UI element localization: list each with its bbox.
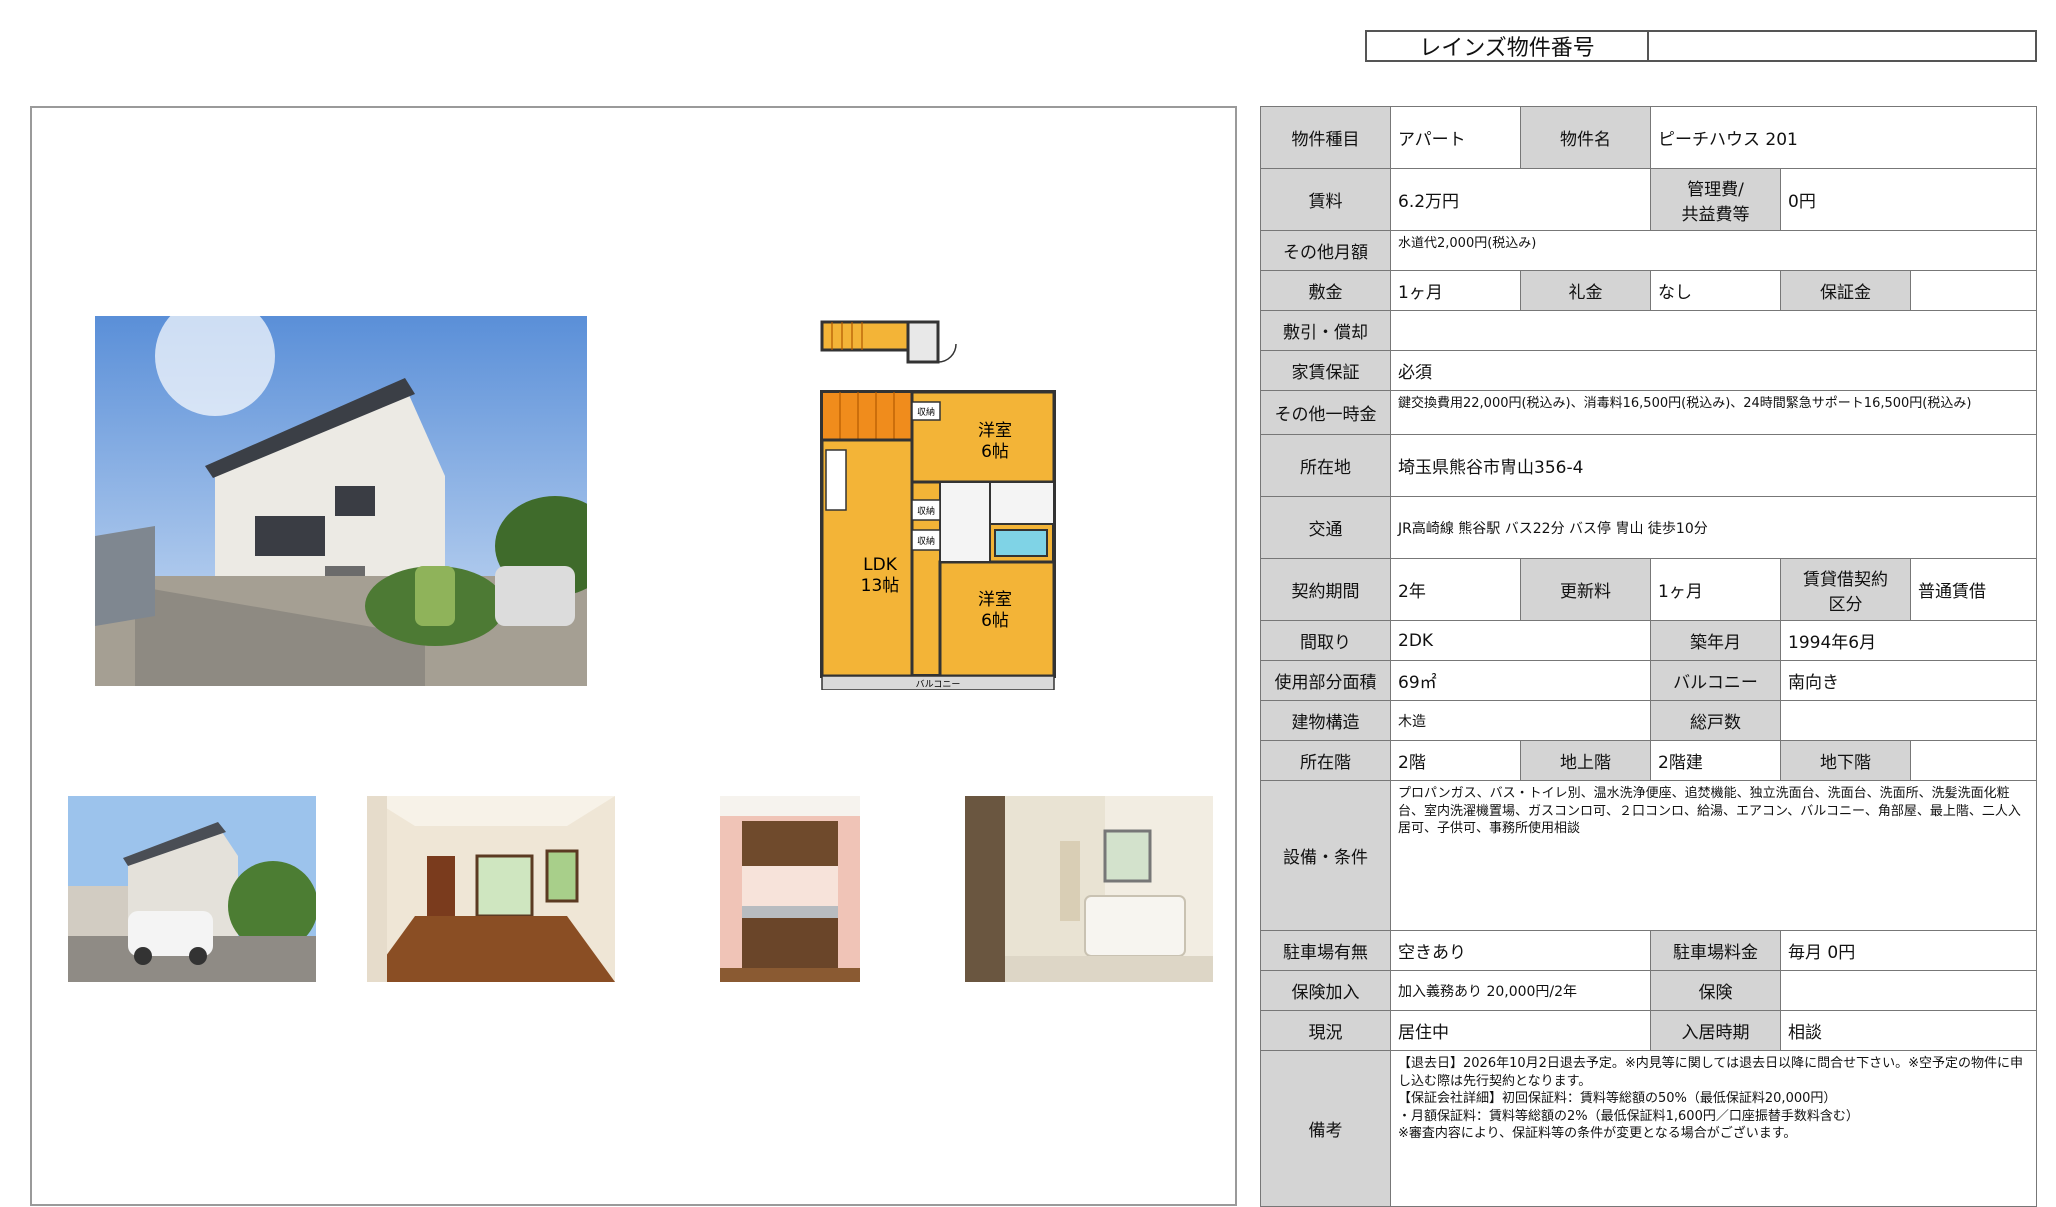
fp-ldk-size: 13帖 <box>861 576 900 596</box>
fp-ldk-label: LDK <box>863 555 898 575</box>
movein-value: 相談 <box>1779 1010 2038 1051</box>
mgmt-fee-value: 0円 <box>1779 168 2038 231</box>
exterior-photo-main <box>95 316 587 686</box>
other-monthly-label: その他月額 <box>1260 230 1391 271</box>
above-ground-value: 2階建 <box>1650 740 1781 781</box>
status-label: 現況 <box>1260 1010 1391 1051</box>
remarks-label: 備考 <box>1260 1050 1391 1207</box>
bathroom-photo <box>965 796 1213 982</box>
hoken-label: 保険 <box>1650 970 1781 1011</box>
deposit-label: 敷金 <box>1260 270 1391 311</box>
structure-label: 建物構造 <box>1260 700 1391 741</box>
address-label: 所在地 <box>1260 434 1391 497</box>
structure-value: 木造 <box>1390 700 1651 741</box>
reins-number-box: レインズ物件番号 <box>1365 30 2037 62</box>
key-money-value: なし <box>1650 270 1781 311</box>
floor-value: 2階 <box>1390 740 1521 781</box>
insurance-label: 保険加入 <box>1260 970 1391 1011</box>
hoken-value <box>1779 970 2038 1011</box>
rent-label: 賃料 <box>1260 168 1391 231</box>
property-info-table: 物件種目 アパート 物件名 ピーチハウス 201 賃料 6.2万円 管理費/ 共… <box>1260 106 2038 1207</box>
balcony-value: 南向き <box>1779 660 2038 701</box>
above-ground-label: 地上階 <box>1520 740 1651 781</box>
fp-room1-label: 洋室 <box>978 421 1012 441</box>
movein-label: 入居時期 <box>1650 1010 1781 1051</box>
exterior-photo-thumb <box>68 796 316 982</box>
type-value: アパート <box>1390 106 1521 169</box>
parking-value: 空きあり <box>1390 930 1651 971</box>
name-label: 物件名 <box>1520 106 1651 169</box>
below-ground-label: 地下階 <box>1780 740 1911 781</box>
renewal-fee-value: 1ヶ月 <box>1650 558 1781 621</box>
reins-number-label: レインズ物件番号 <box>1367 32 1649 61</box>
fp-storage-3: 収納 <box>917 535 935 547</box>
units-label: 総戸数 <box>1650 700 1781 741</box>
layout-label: 間取り <box>1260 620 1391 661</box>
other-onetime-value: 鍵交換費用22,000円(税込み)、消毒料16,500円(税込み)、24時間緊急… <box>1389 390 2038 435</box>
kitchen-photo <box>720 796 860 982</box>
remarks-value: 【退去日】2026年10月2日退去予定。※内見等に関しては退去日以降に問合せ下さ… <box>1389 1050 2038 1207</box>
fp-balcony-label: バルコニー <box>916 679 961 690</box>
guarantee-money-label: 保証金 <box>1780 270 1911 311</box>
area-value: 69㎡ <box>1390 660 1651 701</box>
fp-room2-label: 洋室 <box>978 590 1012 610</box>
rent-guarantee-label: 家賃保証 <box>1260 350 1391 391</box>
transport-value: JR高崎線 熊谷駅 バス22分 バス停 冑山 徒歩10分 <box>1389 496 2038 559</box>
area-label: 使用部分面積 <box>1260 660 1391 701</box>
key-money-label: 礼金 <box>1520 270 1651 311</box>
deposit-value: 1ヶ月 <box>1390 270 1521 311</box>
fp-storage-1: 収納 <box>917 406 935 418</box>
other-monthly-value: 水道代2,000円(税込み) <box>1389 230 2038 271</box>
facilities-value: プロパンガス、バス・トイレ別、温水洗浄便座、追焚機能、独立洗面台、洗面台、洗面所… <box>1389 780 2038 931</box>
photo-panel: 収納 収納 収納 洋室 6帖 LDK 13帖 洋室 6帖 バルコニー <box>30 106 1237 1206</box>
floor-label: 所在階 <box>1260 740 1391 781</box>
other-onetime-label: その他一時金 <box>1260 390 1391 435</box>
living-room-photo <box>367 796 615 982</box>
rent-value: 6.2万円 <box>1390 168 1651 231</box>
rent-guarantee-value: 必須 <box>1389 350 2038 391</box>
parking-fee-label: 駐車場料金 <box>1650 930 1781 971</box>
balcony-label: バルコニー <box>1650 660 1781 701</box>
status-value: 居住中 <box>1390 1010 1651 1051</box>
fp-room1-size: 6帖 <box>981 442 1009 462</box>
name-value: ピーチハウス 201 <box>1649 106 2038 169</box>
contract-period-value: 2年 <box>1390 558 1521 621</box>
fp-storage-2: 収納 <box>917 505 935 517</box>
fp-room2-size: 6帖 <box>981 611 1009 631</box>
below-ground-value <box>1909 740 2038 781</box>
facilities-label: 設備・条件 <box>1260 780 1391 931</box>
lease-type-value: 普通賃借 <box>1909 558 2038 621</box>
units-value <box>1779 700 2038 741</box>
deduction-label: 敷引・償却 <box>1260 310 1391 351</box>
built-value: 1994年6月 <box>1779 620 2038 661</box>
mgmt-fee-label: 管理費/ 共益費等 <box>1650 168 1781 231</box>
parking-label: 駐車場有無 <box>1260 930 1391 971</box>
address-value: 埼玉県熊谷市冑山356-4 <box>1389 434 2038 497</box>
layout-value: 2DK <box>1390 620 1651 661</box>
guarantee-money-value <box>1909 270 2038 311</box>
transport-label: 交通 <box>1260 496 1391 559</box>
floor-plan: 収納 収納 収納 洋室 6帖 LDK 13帖 洋室 6帖 バルコニー <box>820 320 1056 690</box>
parking-fee-value: 毎月 0円 <box>1779 930 2038 971</box>
insurance-value: 加入義務あり 20,000円/2年 <box>1390 970 1651 1011</box>
built-label: 築年月 <box>1650 620 1781 661</box>
type-label: 物件種目 <box>1260 106 1391 169</box>
renewal-fee-label: 更新料 <box>1520 558 1651 621</box>
lease-type-label: 賃貸借契約 区分 <box>1780 558 1911 621</box>
deduction-value <box>1389 310 2038 351</box>
contract-period-label: 契約期間 <box>1260 558 1391 621</box>
reins-number-value <box>1649 32 2035 60</box>
